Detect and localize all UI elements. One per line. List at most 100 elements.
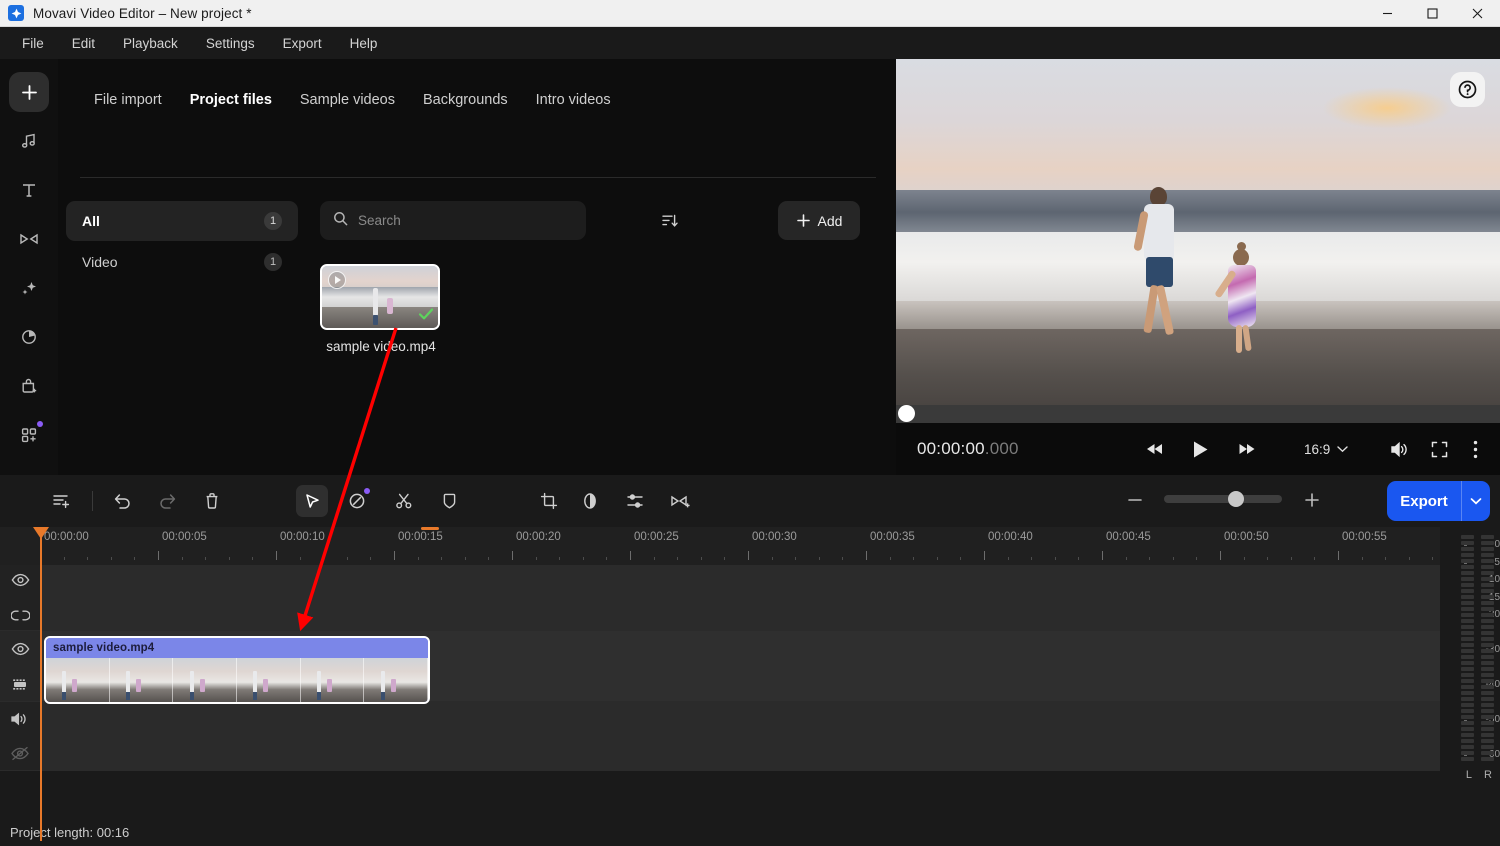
ruler-minor-tick xyxy=(913,557,915,560)
timeline-zoom-in-button[interactable] xyxy=(1299,487,1325,513)
ruler-label: 00:00:35 xyxy=(870,531,915,543)
clip-frame xyxy=(300,658,365,702)
ruler-minor-tick xyxy=(1314,557,1316,560)
marker-icon[interactable] xyxy=(433,485,465,517)
close-icon[interactable] xyxy=(1455,0,1500,27)
magic-wand-icon[interactable] xyxy=(341,485,373,517)
maximize-icon[interactable] xyxy=(1410,0,1455,27)
ruler-minor-tick xyxy=(346,557,348,560)
music-note-icon[interactable] xyxy=(9,121,49,161)
timeline-clip-sample-video[interactable]: sample video.mp4 xyxy=(44,636,430,704)
timeline-lane-audio[interactable] xyxy=(40,702,1440,770)
status-bar: Project length: 00:16 xyxy=(0,818,1500,846)
fast-forward-icon[interactable] xyxy=(1231,433,1263,465)
chevron-down-icon[interactable] xyxy=(1462,497,1490,505)
tab-project-files[interactable]: Project files xyxy=(176,86,286,114)
play-icon[interactable] xyxy=(328,271,346,289)
movavi-video-editor-window: Movavi Video Editor – New project * File… xyxy=(0,0,1500,846)
question-mark-icon[interactable] xyxy=(1450,72,1485,107)
track-header-audio[interactable] xyxy=(0,702,40,770)
color-contrast-icon[interactable] xyxy=(574,485,606,517)
fullscreen-icon[interactable] xyxy=(1423,433,1455,465)
timeline-zoom-slider-track[interactable] xyxy=(1164,495,1282,503)
timeline-ruler[interactable]: 00:00:00 00:00:05 00:00:10 00:00:15 00:00:20… xyxy=(0,527,1500,565)
ruler-major-tick xyxy=(1220,551,1221,560)
add-files-button[interactable]: Add xyxy=(778,201,860,240)
checkmark-icon xyxy=(418,307,434,326)
track-header-video[interactable] xyxy=(0,631,40,701)
playhead-handle[interactable] xyxy=(33,527,49,539)
transition-tool-icon[interactable] xyxy=(664,485,696,517)
link-icon[interactable] xyxy=(9,604,31,626)
timeline-lane-overlay[interactable] xyxy=(40,565,1440,630)
preview-scrubber-handle[interactable] xyxy=(898,405,915,422)
tab-backgrounds[interactable]: Backgrounds xyxy=(409,86,522,114)
project-end-marker[interactable] xyxy=(420,527,439,530)
ruler-minor-tick xyxy=(110,557,112,560)
rewind-icon[interactable] xyxy=(1139,433,1171,465)
ruler-minor-tick xyxy=(724,557,726,560)
scissors-icon[interactable] xyxy=(388,485,420,517)
search-input[interactable] xyxy=(358,213,573,228)
clip-frame xyxy=(173,658,238,702)
redo-icon[interactable] xyxy=(151,485,183,517)
tab-intro-videos[interactable]: Intro videos xyxy=(522,86,625,114)
transition-icon[interactable] xyxy=(9,219,49,259)
menu-edit[interactable]: Edit xyxy=(58,32,109,55)
play-icon[interactable] xyxy=(1184,433,1216,465)
more-vertical-icon[interactable] xyxy=(1463,433,1487,465)
ruler-minor-tick xyxy=(1361,557,1363,560)
file-card-sample-video[interactable]: sample video.mp4 xyxy=(320,264,442,354)
ruler-label: 00:00:15 xyxy=(398,531,443,543)
ruler-minor-tick xyxy=(1408,557,1410,560)
preview-scrubber-track[interactable] xyxy=(896,405,1500,423)
crop-icon[interactable] xyxy=(533,485,565,517)
timeline-zoom-slider-handle[interactable] xyxy=(1228,491,1244,507)
timeline-zoom-out-button[interactable] xyxy=(1122,487,1148,513)
eye-icon[interactable] xyxy=(9,638,31,660)
sticker-bag-icon[interactable] xyxy=(9,366,49,406)
detach-audio-icon[interactable] xyxy=(9,673,31,695)
preview-sun xyxy=(1321,86,1452,129)
search-box[interactable] xyxy=(320,201,586,240)
ruler-minor-tick xyxy=(1267,557,1269,560)
menu-playback[interactable]: Playback xyxy=(109,32,192,55)
category-video[interactable]: Video 1 xyxy=(66,249,298,275)
eye-off-icon[interactable] xyxy=(9,743,31,765)
category-all-label: All xyxy=(82,213,100,229)
undo-icon[interactable] xyxy=(106,485,138,517)
aspect-ratio-dropdown[interactable]: 16:9 xyxy=(1296,433,1356,465)
eye-icon[interactable] xyxy=(9,569,31,591)
video-preview[interactable] xyxy=(896,59,1500,405)
cursor-arrow-icon[interactable] xyxy=(296,485,328,517)
menu-export[interactable]: Export xyxy=(269,32,336,55)
add-track-icon[interactable] xyxy=(45,485,77,517)
file-thumbnail[interactable] xyxy=(320,264,440,330)
export-button[interactable]: Export xyxy=(1387,481,1490,521)
tab-file-import[interactable]: File import xyxy=(80,86,176,114)
tab-sample-videos[interactable]: Sample videos xyxy=(286,86,409,114)
filter-icon[interactable] xyxy=(9,317,49,357)
rail-add-media-button[interactable] xyxy=(9,72,49,112)
ruler-minor-tick xyxy=(1149,557,1151,560)
file-grid: sample video.mp4 xyxy=(320,264,442,354)
track-header-overlay[interactable] xyxy=(0,565,40,630)
trash-icon[interactable] xyxy=(196,485,228,517)
ruler-major-tick xyxy=(866,551,867,560)
volume-icon[interactable] xyxy=(1383,433,1415,465)
playhead-line[interactable] xyxy=(40,527,42,841)
grid-plus-icon[interactable] xyxy=(9,415,49,455)
sliders-icon[interactable] xyxy=(619,485,651,517)
text-icon[interactable] xyxy=(9,170,49,210)
menu-settings[interactable]: Settings xyxy=(192,32,269,55)
category-all[interactable]: All 1 xyxy=(66,201,298,241)
ruler-minor-tick xyxy=(87,557,89,560)
ruler-minor-tick xyxy=(818,557,820,560)
menu-file[interactable]: File xyxy=(8,32,58,55)
sort-descending-icon[interactable] xyxy=(656,207,684,235)
speaker-icon[interactable] xyxy=(9,708,31,730)
sparkle-icon[interactable] xyxy=(9,268,49,308)
thumb-figure-child xyxy=(386,298,393,315)
minimize-icon[interactable] xyxy=(1365,0,1410,27)
menu-help[interactable]: Help xyxy=(336,32,392,55)
